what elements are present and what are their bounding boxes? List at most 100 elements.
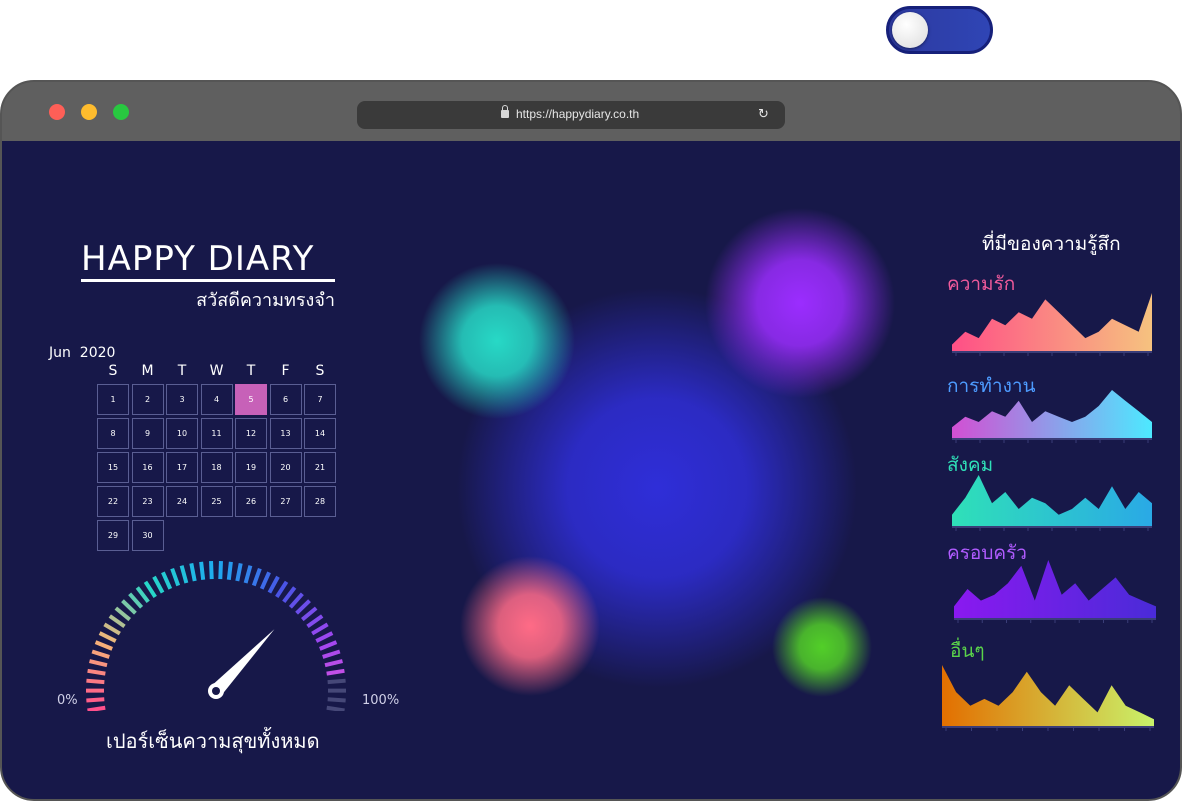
gauge-tick [315, 631, 334, 643]
emotion-area [952, 390, 1152, 438]
calendar-day[interactable]: 9 [131, 418, 164, 449]
gauge-tick [243, 565, 253, 584]
calendar-weekday: S [315, 363, 325, 379]
calendar-day[interactable]: 10 [166, 418, 198, 449]
teal-mood-bubble[interactable] [419, 263, 575, 419]
calendar-day[interactable]: 12 [235, 418, 267, 449]
emotion-sparkline [952, 475, 1152, 531]
gauge-tick [86, 697, 105, 703]
minimize-window-button[interactable] [81, 104, 97, 120]
maximize-window-button[interactable] [113, 104, 129, 120]
calendar-day[interactable]: 7 [304, 384, 336, 415]
gauge-tick [235, 562, 243, 582]
gauge-tick [324, 659, 343, 668]
gauge-max-label: 100% [362, 693, 400, 708]
gauge-tick [170, 567, 181, 587]
gauge-tick [161, 571, 173, 590]
calendar-day[interactable]: 8 [97, 418, 129, 449]
calendar-day[interactable]: 30 [131, 520, 164, 551]
emotion-area [954, 560, 1156, 618]
calendar-day[interactable]: 4 [200, 384, 233, 415]
gauge-tick [121, 599, 137, 615]
mood-bubbles [419, 208, 895, 697]
gauge-tick [152, 575, 165, 594]
calendar-day[interactable]: 25 [200, 486, 233, 517]
gauge-tick [319, 640, 338, 651]
reload-icon[interactable]: ↻ [758, 107, 769, 122]
calendar-day[interactable]: 16 [131, 452, 164, 483]
calendar-day[interactable]: 3 [166, 384, 198, 415]
address-bar[interactable]: https://happydiary.co.th ↻ [357, 101, 785, 129]
gauge-tick [87, 668, 106, 676]
pink-mood-bubble[interactable] [460, 556, 600, 696]
emotion-sparkline [952, 293, 1152, 356]
gauge-tick [114, 606, 131, 622]
calendar-day[interactable]: 15 [97, 452, 129, 483]
app-subtitle: สวัสดีความทรงจำ [196, 290, 335, 311]
calendar-day[interactable]: 1 [97, 384, 129, 415]
calendar-day[interactable]: 24 [166, 486, 198, 517]
gauge-tick [135, 586, 150, 604]
calendar-day[interactable]: 27 [269, 486, 302, 517]
gauge-tick [91, 649, 110, 659]
gauge-tick [87, 705, 106, 711]
toggle-knob[interactable] [892, 12, 928, 48]
emotion-sparkline [954, 560, 1156, 623]
purple-mood-bubble[interactable] [705, 208, 895, 398]
calendar-month: Jun [49, 345, 71, 361]
calendar-day[interactable]: 26 [235, 486, 267, 517]
calendar-day[interactable]: 11 [200, 418, 233, 449]
calendar-day[interactable]: 6 [269, 384, 302, 415]
gauge-caption: เปอร์เซ็นความสุขทั้งหมด [106, 729, 320, 753]
calendar-day[interactable]: 19 [235, 452, 267, 483]
gauge-tick [326, 668, 345, 676]
gauge-tick [322, 649, 341, 659]
calendar-day[interactable]: 2 [131, 384, 164, 415]
calendar-weekday: S [108, 363, 118, 379]
gauge-tick [259, 571, 271, 590]
gauge-tick [189, 562, 197, 582]
calendar-day[interactable]: 29 [97, 520, 129, 551]
gauge-tick [199, 561, 206, 580]
calendar-day[interactable]: 14 [304, 418, 336, 449]
calendar-day[interactable]: 23 [131, 486, 164, 517]
gauge-tick [288, 592, 304, 609]
calendar-day[interactable]: 22 [97, 486, 129, 517]
calendar-day-selected[interactable]: 5 [235, 384, 267, 415]
gauge-tick [86, 678, 105, 685]
calendar-day[interactable]: 28 [304, 486, 336, 517]
gauge-tick [209, 561, 214, 580]
close-window-button[interactable] [49, 104, 65, 120]
calendar-day[interactable]: 20 [269, 452, 302, 483]
emotion-sparkline [952, 390, 1152, 443]
gauge-tick [251, 567, 262, 587]
gauge-tick [311, 622, 329, 636]
lock-icon [501, 105, 509, 118]
calendar-month-year: Jun 2020 [49, 345, 115, 361]
calendar-day[interactable]: 17 [166, 452, 198, 483]
gauge-tick [98, 631, 117, 643]
calendar-weekday: T [246, 363, 256, 379]
calendar-day[interactable]: 13 [269, 418, 302, 449]
emotions-title: ที่มีของความรู้สึก [982, 233, 1121, 255]
gauge-tick [306, 614, 324, 629]
emotion-sparkline [942, 665, 1154, 731]
green-mood-bubble[interactable] [772, 597, 872, 697]
app-title: HAPPY DIARY [81, 239, 335, 282]
browser-window: https://happydiary.co.th ↻ HAPPY DIARY ส… [0, 80, 1182, 801]
gauge-tick [89, 659, 108, 668]
calendar-weekday: F [281, 363, 290, 379]
brand-header: HAPPY DIARY สวัสดีความทรงจำ [81, 239, 335, 314]
gauge-tick [295, 599, 311, 615]
gauge-needle-hub-center [212, 687, 220, 695]
gauge-tick [94, 640, 113, 651]
gauge-tick [128, 592, 144, 609]
calendar-day[interactable]: 18 [200, 452, 233, 483]
calendar-year: 2020 [79, 345, 116, 361]
calendar-weekday: T [177, 363, 187, 379]
browser-titlebar: https://happydiary.co.th ↻ [2, 82, 1180, 141]
calendar-day[interactable]: 21 [304, 452, 336, 483]
theme-toggle[interactable] [886, 6, 993, 54]
calendar-weekday: W [209, 363, 224, 379]
emotion-area [942, 665, 1154, 726]
